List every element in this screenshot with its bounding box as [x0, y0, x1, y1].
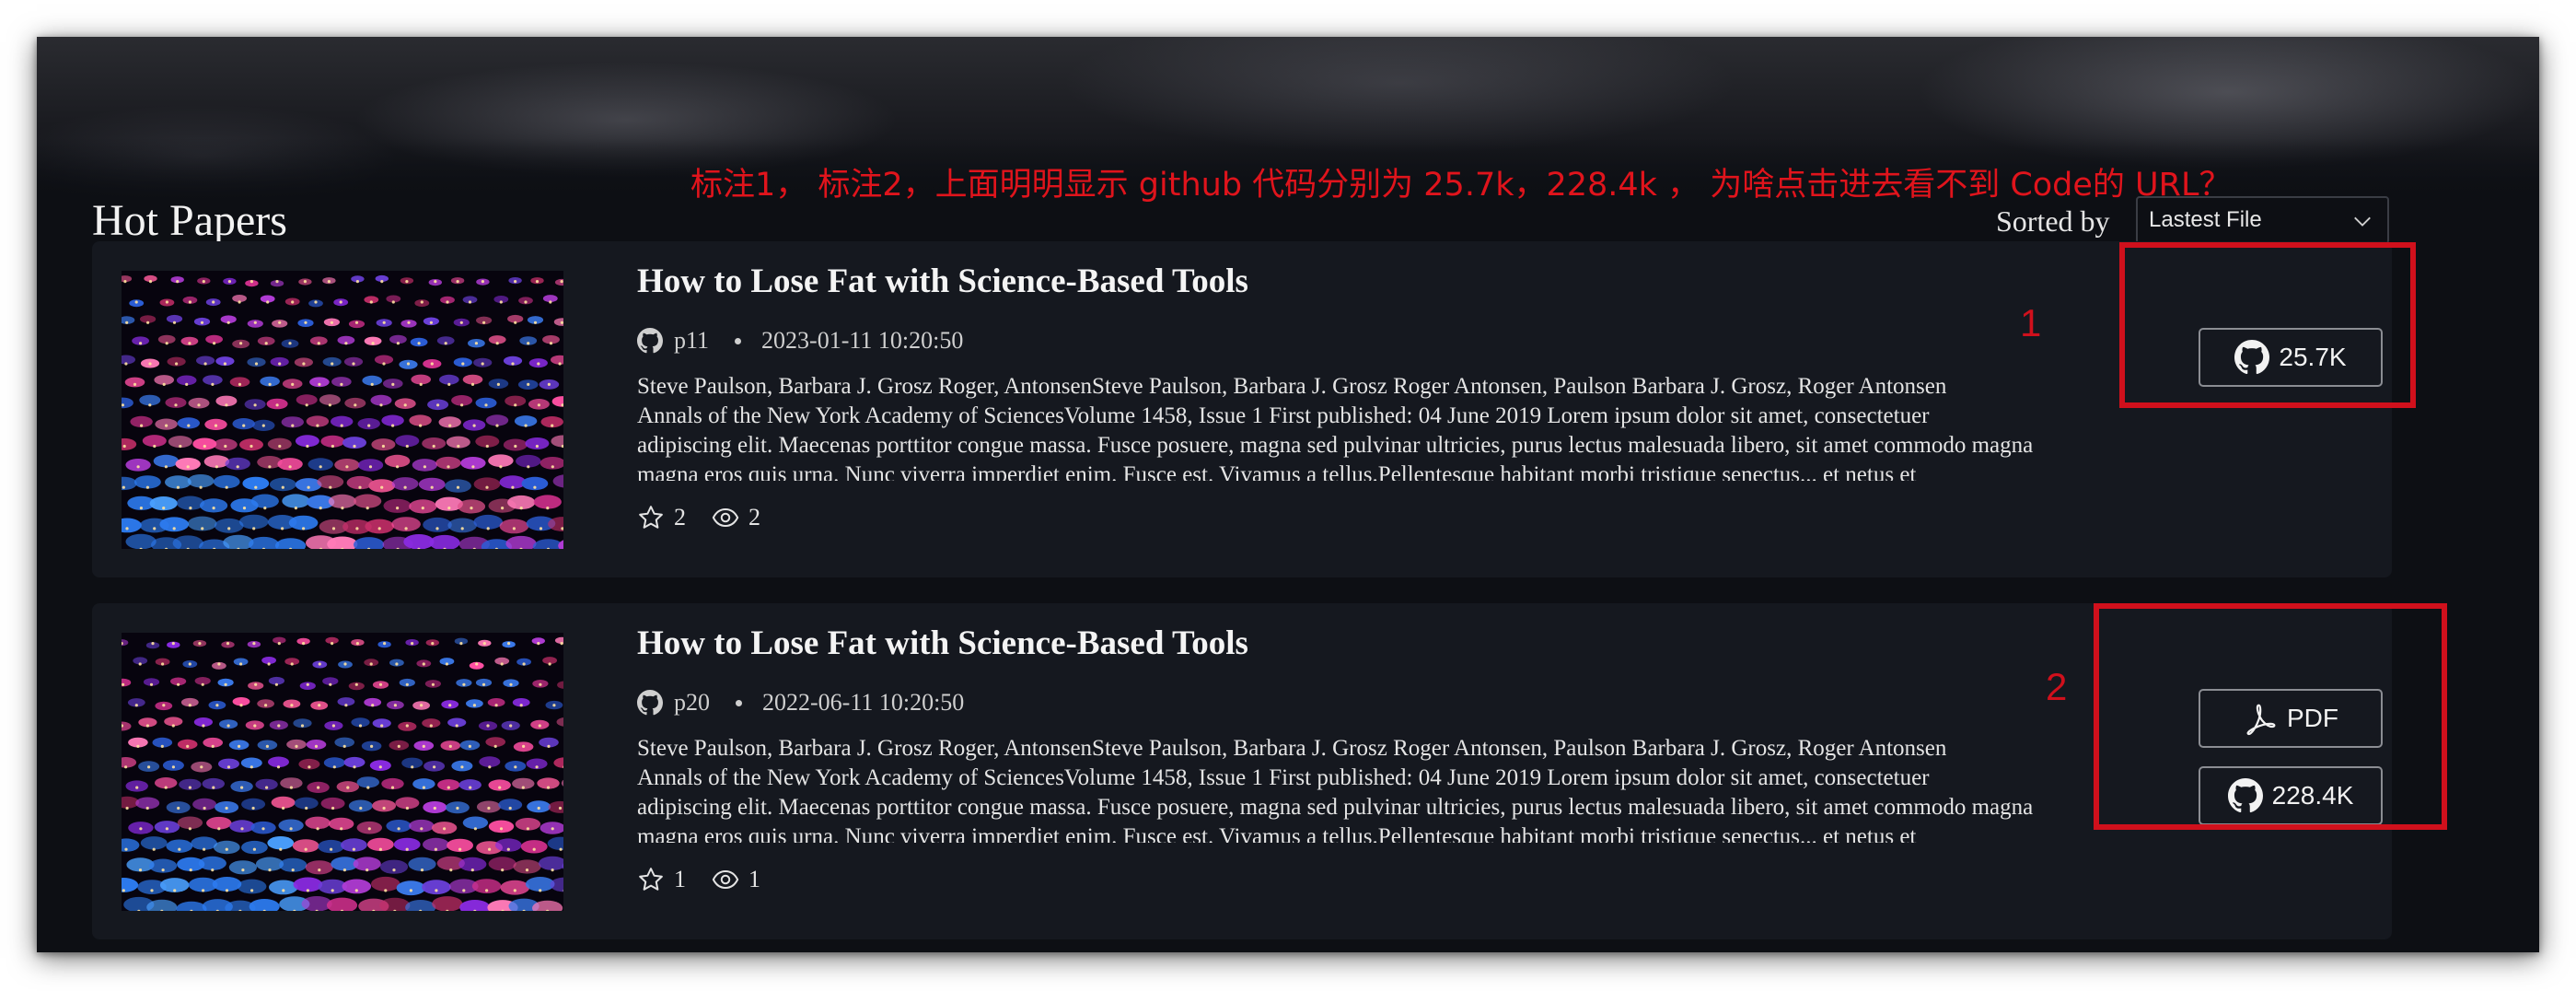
view-count: 2	[712, 504, 760, 531]
paper-thumbnail[interactable]	[122, 633, 563, 911]
paper-card[interactable]: How to Lose Fat with Science-Based Tools…	[92, 603, 2392, 939]
view-count: 1	[712, 866, 760, 893]
paper-date: 2022-06-11 10:20:50	[762, 689, 965, 716]
paper-stats: 2 2	[637, 499, 786, 536]
star-icon	[639, 868, 663, 891]
paper-meta: p20 2022-06-11 10:20:50	[637, 684, 964, 721]
eye-icon	[712, 507, 739, 528]
paper-date: 2023-01-11 10:20:50	[761, 327, 964, 354]
annotation-number-2: 2	[2046, 665, 2068, 708]
sort-label: Sorted by	[1996, 204, 2110, 238]
paper-user[interactable]: p11	[674, 327, 709, 355]
paper-title[interactable]: How to Lose Fat with Science-Based Tools	[637, 624, 1248, 663]
annotation-box-1	[2119, 242, 2416, 408]
paper-meta: p11 2023-01-11 10:20:50	[637, 322, 963, 359]
sort-select[interactable]: Lastest File	[2136, 196, 2389, 244]
paper-title[interactable]: How to Lose Fat with Science-Based Tools	[637, 262, 1248, 301]
paper-abstract: Steve Paulson, Barbara J. Grosz Roger, A…	[637, 374, 2034, 481]
annotation-box-2	[2094, 603, 2447, 830]
star-count[interactable]: 1	[637, 866, 686, 893]
github-icon	[637, 690, 663, 716]
paper-stats: 1 1	[637, 861, 786, 898]
github-icon	[637, 328, 663, 354]
app-window: 标注1， 标注2，上面明明显示 github 代码分别为 25.7k，228.4…	[37, 37, 2539, 952]
eye-icon	[712, 869, 739, 890]
paper-thumbnail[interactable]	[122, 271, 563, 549]
annotation-number-1: 1	[2020, 301, 2042, 344]
star-count[interactable]: 2	[637, 504, 686, 531]
paper-abstract: Steve Paulson, Barbara J. Grosz Roger, A…	[637, 736, 2034, 843]
star-icon	[639, 506, 663, 529]
page-title: Hot Papers	[92, 196, 287, 245]
paper-user[interactable]: p20	[674, 689, 710, 717]
sort-select-value: Lastest File	[2149, 207, 2262, 232]
chevron-down-icon	[2354, 216, 2371, 227]
paper-card[interactable]: How to Lose Fat with Science-Based Tools…	[92, 241, 2392, 577]
